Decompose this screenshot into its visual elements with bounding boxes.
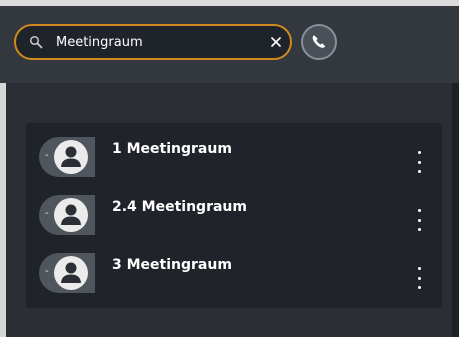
list-item-label: 1 Meetingraum: [112, 141, 232, 157]
more-options-button[interactable]: [413, 151, 425, 173]
more-options-button[interactable]: [413, 267, 425, 289]
list-item-label: 3 Meetingraum: [112, 257, 232, 273]
person-icon: [54, 256, 88, 290]
list-item-label: 2.4 Meetingraum: [112, 199, 247, 215]
list-item[interactable]: - 3 Meetingraum: [26, 241, 442, 297]
avatar: -: [39, 195, 95, 235]
avatar: -: [39, 137, 95, 177]
person-icon: [54, 140, 88, 174]
more-vertical-icon: [417, 267, 421, 270]
list-item[interactable]: - 2.4 Meetingraum: [26, 183, 442, 239]
scrollbar-track[interactable]: [452, 83, 459, 337]
search-input[interactable]: Meetingraum: [56, 34, 143, 52]
phone-icon: [312, 35, 326, 48]
clear-search-button[interactable]: [266, 32, 286, 52]
call-button[interactable]: [301, 24, 337, 60]
left-edge: [0, 83, 6, 337]
close-icon: [271, 37, 281, 47]
search-icon: [29, 35, 43, 49]
more-vertical-icon: [417, 151, 421, 154]
list-item[interactable]: - 1 Meetingraum: [26, 125, 442, 181]
contact-results-list: - 1 Meetingraum - 2.4 Meetingraum - 3 Me…: [26, 123, 442, 308]
more-vertical-icon: [417, 209, 421, 212]
person-icon: [54, 198, 88, 232]
more-options-button[interactable]: [413, 209, 425, 231]
avatar: -: [39, 253, 95, 293]
search-field[interactable]: Meetingraum: [14, 24, 292, 60]
